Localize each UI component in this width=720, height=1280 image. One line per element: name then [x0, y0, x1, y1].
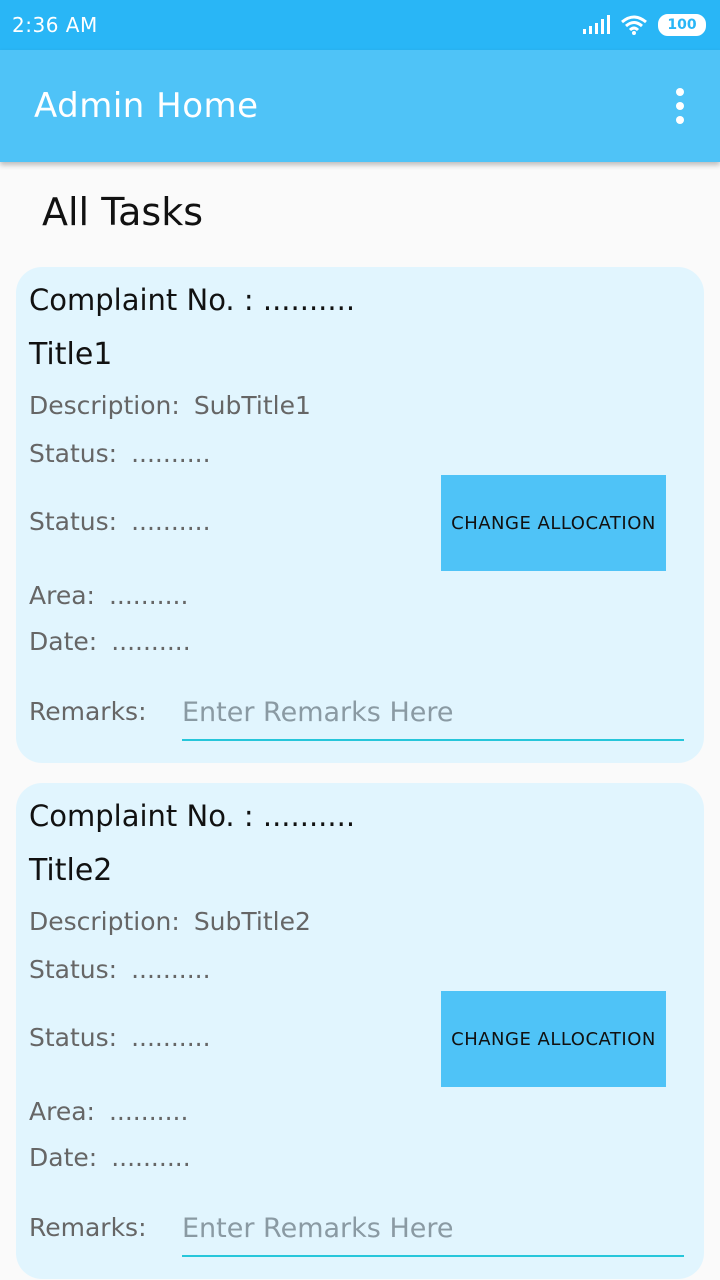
area-label: Area:: [29, 581, 95, 610]
app-title: Admin Home: [34, 86, 259, 126]
remarks-label: Remarks:: [29, 1213, 147, 1242]
description-value: SubTitle2: [193, 907, 311, 936]
task-title: Title1: [29, 337, 113, 372]
task-title: Title2: [29, 853, 113, 888]
app-bar: Admin Home: [0, 50, 720, 162]
status-label: Status:: [29, 507, 118, 536]
status-value: ..........: [131, 507, 211, 536]
date-row: Date:..........: [29, 627, 191, 656]
task-card: Complaint No. : .......... Title1 Descri…: [16, 267, 704, 763]
area-value: ..........: [108, 1097, 189, 1126]
status-value: ..........: [131, 955, 211, 984]
date-value: ..........: [111, 627, 191, 656]
status-bar: 2:36 AM 100: [0, 0, 720, 50]
status-label: Status:: [29, 1023, 118, 1052]
wifi-icon: [621, 15, 647, 35]
status-label: Status:: [29, 955, 118, 984]
date-label: Date:: [29, 1143, 98, 1172]
status-label: Status:: [29, 439, 118, 468]
status-value: ..........: [131, 1023, 211, 1052]
complaint-number: Complaint No. : ..........: [29, 283, 356, 317]
change-allocation-button[interactable]: CHANGE ALLOCATION: [441, 475, 666, 571]
change-allocation-button[interactable]: CHANGE ALLOCATION: [441, 991, 666, 1087]
overflow-menu-icon[interactable]: [670, 88, 690, 124]
description-row: Description: SubTitle2: [29, 907, 311, 936]
date-value: ..........: [111, 1143, 191, 1172]
status-row: Status:..........: [29, 439, 211, 468]
description-label: Description:: [29, 391, 180, 420]
status-row: Status:..........: [29, 1023, 211, 1052]
complaint-number: Complaint No. : ..........: [29, 799, 356, 833]
description-row: Description: SubTitle1: [29, 391, 311, 420]
task-card: Complaint No. : .......... Title2 Descri…: [16, 783, 704, 1279]
signal-icon: [583, 15, 610, 34]
section-title: All Tasks: [42, 190, 203, 234]
area-row: Area:..........: [29, 581, 188, 610]
remarks-input[interactable]: [182, 1205, 684, 1257]
battery-icon: 100: [658, 14, 706, 36]
status-time: 2:36 AM: [12, 13, 98, 37]
description-label: Description:: [29, 907, 180, 936]
area-label: Area:: [29, 1097, 95, 1126]
date-label: Date:: [29, 627, 98, 656]
status-row: Status:..........: [29, 507, 211, 536]
date-row: Date:..........: [29, 1143, 191, 1172]
area-value: ..........: [108, 581, 189, 610]
description-value: SubTitle1: [193, 391, 311, 420]
remarks-input[interactable]: [182, 689, 684, 741]
area-row: Area:..........: [29, 1097, 188, 1126]
status-icons: 100: [582, 14, 706, 36]
remarks-label: Remarks:: [29, 697, 147, 726]
status-value: ..........: [131, 439, 211, 468]
status-row: Status:..........: [29, 955, 211, 984]
